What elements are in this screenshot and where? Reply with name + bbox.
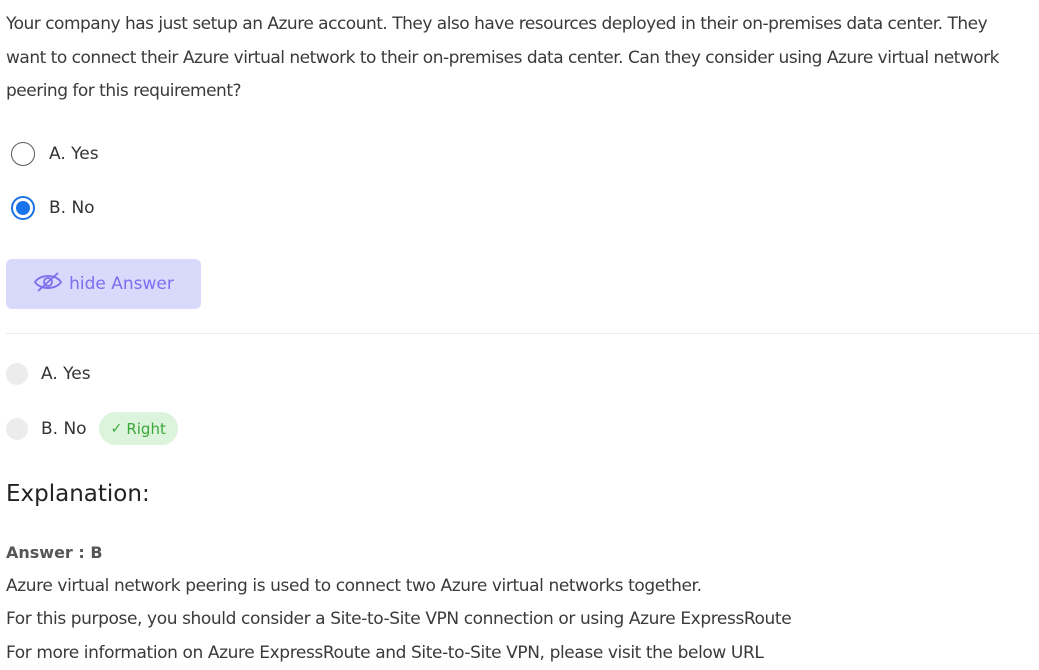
option-a[interactable]: A. Yes [11, 142, 99, 166]
answer-option-b-label: B. No [41, 418, 87, 439]
divider [6, 333, 1039, 334]
option-a-label: A. Yes [49, 144, 99, 164]
quiz-page: Your company has just setup an Azure acc… [0, 0, 1039, 670]
eye-off-icon [33, 271, 69, 298]
check-icon: ✓ [110, 420, 123, 437]
hide-answer-label: hide Answer [69, 274, 174, 294]
explanation-line: For this purpose, you should consider a … [6, 609, 792, 629]
answer-key: Answer : B [6, 543, 103, 562]
option-a-radio[interactable] [11, 142, 35, 166]
option-b-radio[interactable] [11, 196, 35, 220]
explanation-title: Explanation: [6, 481, 150, 507]
explanation-line: For more information on Azure ExpressRou… [6, 643, 764, 663]
explanation-line: Azure virtual network peering is used to… [6, 576, 702, 596]
answer-option-a-dot [6, 363, 28, 385]
option-b[interactable]: B. No [11, 196, 95, 220]
right-badge: ✓ Right [98, 412, 178, 445]
option-b-label: B. No [49, 198, 95, 218]
right-badge-label: Right [126, 419, 166, 438]
question-text: Your company has just setup an Azure acc… [6, 14, 999, 101]
answer-option-b: B. No ✓ Right [6, 412, 178, 445]
answer-option-a: A. Yes [6, 363, 91, 385]
answer-option-b-dot [6, 417, 28, 440]
answer-option-a-label: A. Yes [41, 364, 91, 384]
hide-answer-button[interactable]: hide Answer [6, 259, 201, 309]
